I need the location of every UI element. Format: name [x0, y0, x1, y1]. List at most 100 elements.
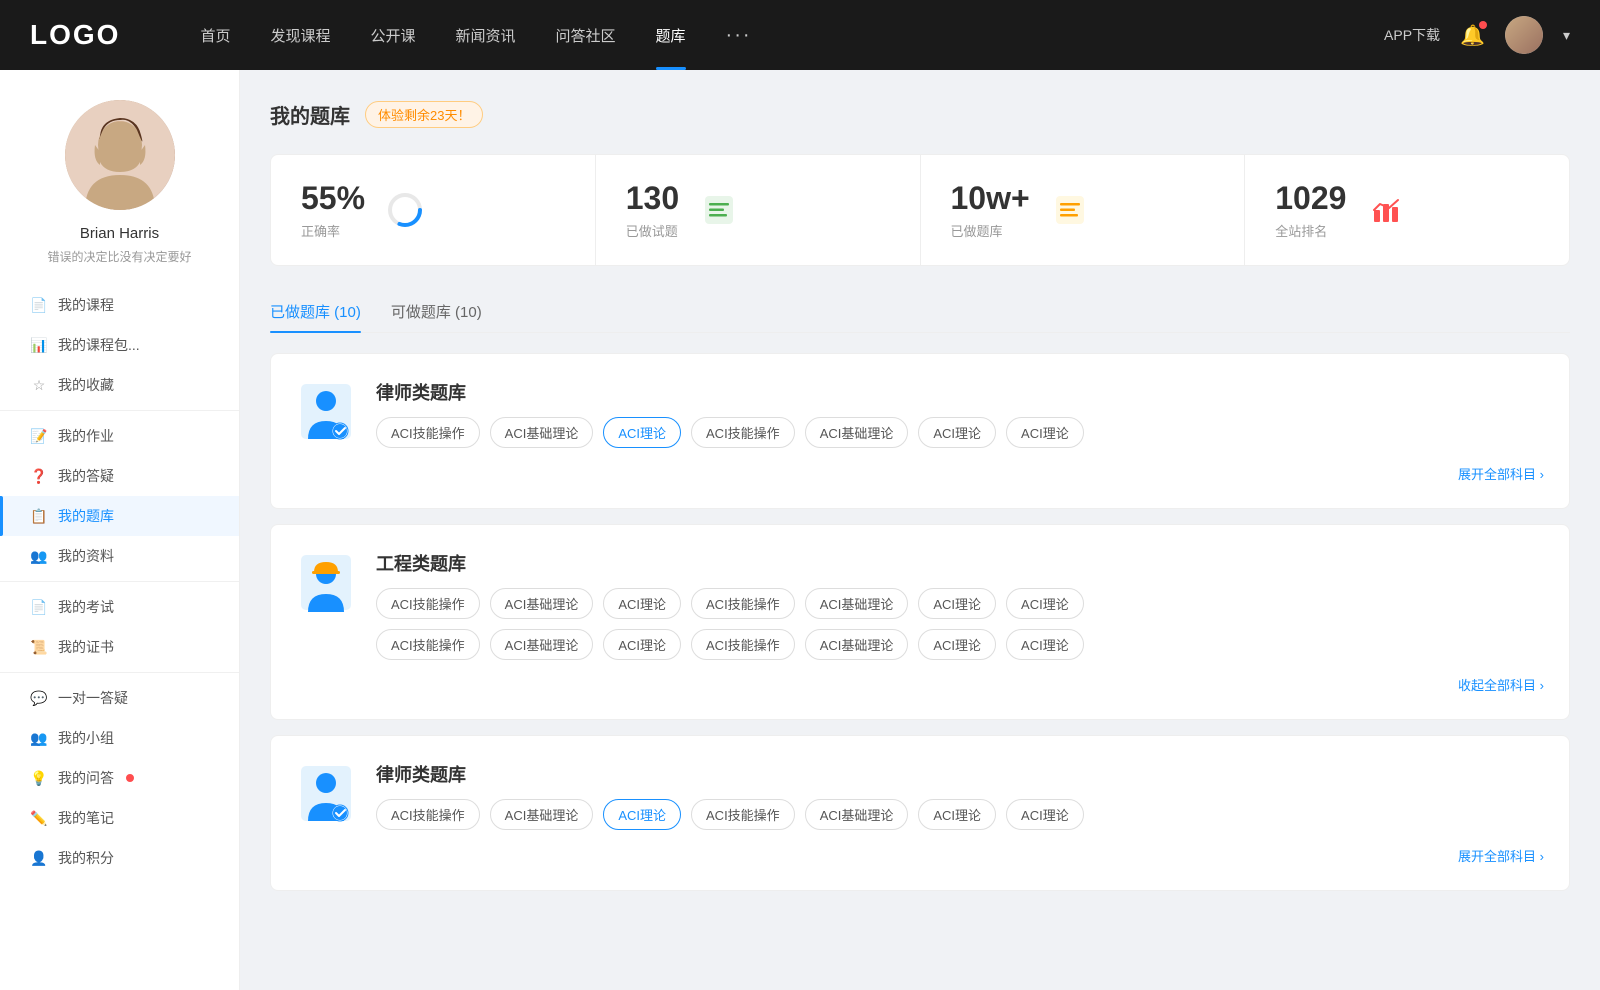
user-avatar[interactable] — [1505, 16, 1543, 54]
nav-questions[interactable]: 题库 — [636, 0, 706, 70]
tag-1-0[interactable]: ACI技能操作 — [376, 417, 480, 448]
sidebar-label-homework: 我的作业 — [58, 426, 114, 446]
profile-motto: 错误的决定比没有决定要好 — [47, 248, 191, 265]
tag-3-4[interactable]: ACI基础理论 — [805, 799, 909, 830]
tag-1-5[interactable]: ACI理论 — [918, 417, 996, 448]
topic-card-2: 工程类题库 ACI技能操作 ACI基础理论 ACI理论 ACI技能操作 ACI基… — [270, 524, 1570, 720]
topic-header-3: 律师类题库 ACI技能操作 ACI基础理论 ACI理论 ACI技能操作 ACI基… — [296, 761, 1544, 831]
sidebar-item-my-data[interactable]: 👥 我的资料 — [0, 536, 239, 576]
lawyer-icon-3 — [296, 761, 356, 831]
sidebar-label-qa: 我的答疑 — [58, 466, 114, 486]
tag-3-5[interactable]: ACI理论 — [918, 799, 996, 830]
sidebar-menu: 📄 我的课程 📊 我的课程包... ☆ 我的收藏 📝 我的作业 ❓ 我的答疑 � — [0, 285, 239, 878]
package-icon: 📊 — [30, 336, 48, 354]
tag-3-0[interactable]: ACI技能操作 — [376, 799, 480, 830]
tag-2-6[interactable]: ACI理论 — [1006, 588, 1084, 619]
nav-news[interactable]: 新闻资讯 — [436, 0, 536, 70]
tag-2-r2-2[interactable]: ACI理论 — [603, 629, 681, 660]
tag-2-r2-5[interactable]: ACI理论 — [918, 629, 996, 660]
stats-row: 55% 正确率 130 已做试题 — [270, 154, 1570, 266]
sidebar-item-qa[interactable]: ❓ 我的答疑 — [0, 456, 239, 496]
notification-bell[interactable]: 🔔 — [1460, 23, 1485, 48]
nav-more[interactable]: ··· — [706, 24, 772, 47]
sidebar-item-certificate[interactable]: 📜 我的证书 — [0, 627, 239, 667]
sidebar-label-points: 我的积分 — [58, 848, 114, 868]
tag-3-6[interactable]: ACI理论 — [1006, 799, 1084, 830]
main-container: Brian Harris 错误的决定比没有决定要好 📄 我的课程 📊 我的课程包… — [0, 70, 1600, 990]
tag-2-0[interactable]: ACI技能操作 — [376, 588, 480, 619]
tag-2-2[interactable]: ACI理论 — [603, 588, 681, 619]
topic-tags-2-row2: ACI技能操作 ACI基础理论 ACI理论 ACI技能操作 ACI基础理论 AC… — [376, 629, 1544, 660]
topic-title-1: 律师类题库 — [376, 379, 1544, 405]
topic-tags-3: ACI技能操作 ACI基础理论 ACI理论 ACI技能操作 ACI基础理论 AC… — [376, 799, 1544, 830]
main-header: LOGO 首页 发现课程 公开课 新闻资讯 问答社区 题库 ··· APP下载 … — [0, 0, 1600, 70]
stat-label-banks: 已做题库 — [951, 221, 1030, 240]
sidebar-item-groups[interactable]: 👥 我的小组 — [0, 718, 239, 758]
sidebar-label-course-package: 我的课程包... — [58, 335, 140, 355]
nav-home[interactable]: 首页 — [180, 0, 250, 70]
tag-3-3[interactable]: ACI技能操作 — [691, 799, 795, 830]
question-bank-icon: 📋 — [30, 507, 48, 525]
topic-title-3: 律师类题库 — [376, 761, 1544, 787]
sidebar-item-exam[interactable]: 📄 我的考试 — [0, 587, 239, 627]
topic-title-area-1: 律师类题库 ACI技能操作 ACI基础理论 ACI理论 ACI技能操作 ACI基… — [376, 379, 1544, 448]
tag-2-1[interactable]: ACI基础理论 — [490, 588, 594, 619]
tag-1-4[interactable]: ACI基础理论 — [805, 417, 909, 448]
stat-value-correct-rate: 55% — [301, 180, 365, 217]
main-nav: 首页 发现课程 公开课 新闻资讯 问答社区 题库 ··· — [180, 0, 1384, 70]
sidebar-item-my-questions[interactable]: 💡 我的问答 — [0, 758, 239, 798]
profile-avatar[interactable] — [65, 100, 175, 210]
sidebar-label-certificate: 我的证书 — [58, 637, 114, 657]
tag-1-1[interactable]: ACI基础理论 — [490, 417, 594, 448]
sidebar-item-question-bank[interactable]: 📋 我的题库 — [0, 496, 239, 536]
star-icon: ☆ — [30, 376, 48, 394]
tag-2-r2-1[interactable]: ACI基础理论 — [490, 629, 594, 660]
notification-dot — [1479, 21, 1487, 29]
sidebar-item-homework[interactable]: 📝 我的作业 — [0, 416, 239, 456]
qa-icon: ❓ — [30, 467, 48, 485]
tag-3-1[interactable]: ACI基础理论 — [490, 799, 594, 830]
sidebar-item-favorites[interactable]: ☆ 我的收藏 — [0, 365, 239, 405]
tag-1-3[interactable]: ACI技能操作 — [691, 417, 795, 448]
tab-available-banks[interactable]: 可做题库 (10) — [391, 291, 482, 332]
logo[interactable]: LOGO — [30, 19, 120, 51]
collapse-link-2[interactable]: 收起全部科目 › — [296, 675, 1544, 694]
stat-value-done: 130 — [626, 180, 679, 217]
page-title: 我的题库 — [270, 100, 350, 129]
topic-header-1: 律师类题库 ACI技能操作 ACI基础理论 ACI理论 ACI技能操作 ACI基… — [296, 379, 1544, 449]
tab-done-banks[interactable]: 已做题库 (10) — [270, 291, 361, 332]
done-questions-icon — [699, 190, 739, 230]
tag-2-r2-4[interactable]: ACI基础理论 — [805, 629, 909, 660]
nav-qa[interactable]: 问答社区 — [536, 0, 636, 70]
nav-open-course[interactable]: 公开课 — [350, 0, 435, 70]
tag-3-2[interactable]: ACI理论 — [603, 799, 681, 830]
topic-title-area-3: 律师类题库 ACI技能操作 ACI基础理论 ACI理论 ACI技能操作 ACI基… — [376, 761, 1544, 830]
avatar-image — [1505, 16, 1543, 54]
divider-3 — [0, 672, 239, 673]
sidebar-item-tutoring[interactable]: 💬 一对一答疑 — [0, 678, 239, 718]
stat-label-correct-rate: 正确率 — [301, 221, 365, 240]
tag-2-r2-6[interactable]: ACI理论 — [1006, 629, 1084, 660]
app-download-button[interactable]: APP下载 — [1384, 25, 1440, 45]
tag-1-6[interactable]: ACI理论 — [1006, 417, 1084, 448]
expand-link-3[interactable]: 展开全部科目 › — [296, 846, 1544, 865]
expand-link-1[interactable]: 展开全部科目 › — [296, 464, 1544, 483]
tag-2-r2-3[interactable]: ACI技能操作 — [691, 629, 795, 660]
sidebar-item-my-courses[interactable]: 📄 我的课程 — [0, 285, 239, 325]
header-right: APP下载 🔔 ▾ — [1384, 16, 1570, 54]
tag-1-2[interactable]: ACI理论 — [603, 417, 681, 448]
nav-discover[interactable]: 发现课程 — [250, 0, 350, 70]
user-dropdown[interactable]: ▾ — [1563, 27, 1570, 44]
sidebar-item-points[interactable]: 👤 我的积分 — [0, 838, 239, 878]
tag-2-5[interactable]: ACI理论 — [918, 588, 996, 619]
topic-card-3: 律师类题库 ACI技能操作 ACI基础理论 ACI理论 ACI技能操作 ACI基… — [270, 735, 1570, 891]
sidebar-label-my-data: 我的资料 — [58, 546, 114, 566]
sidebar-item-course-package[interactable]: 📊 我的课程包... — [0, 325, 239, 365]
stat-value-rank: 1029 — [1275, 180, 1346, 217]
topic-tags-2-row1: ACI技能操作 ACI基础理论 ACI理论 ACI技能操作 ACI基础理论 AC… — [376, 588, 1544, 619]
tag-2-r2-0[interactable]: ACI技能操作 — [376, 629, 480, 660]
sidebar-item-notes[interactable]: ✏️ 我的笔记 — [0, 798, 239, 838]
cert-icon: 📜 — [30, 638, 48, 656]
tag-2-4[interactable]: ACI基础理论 — [805, 588, 909, 619]
tag-2-3[interactable]: ACI技能操作 — [691, 588, 795, 619]
